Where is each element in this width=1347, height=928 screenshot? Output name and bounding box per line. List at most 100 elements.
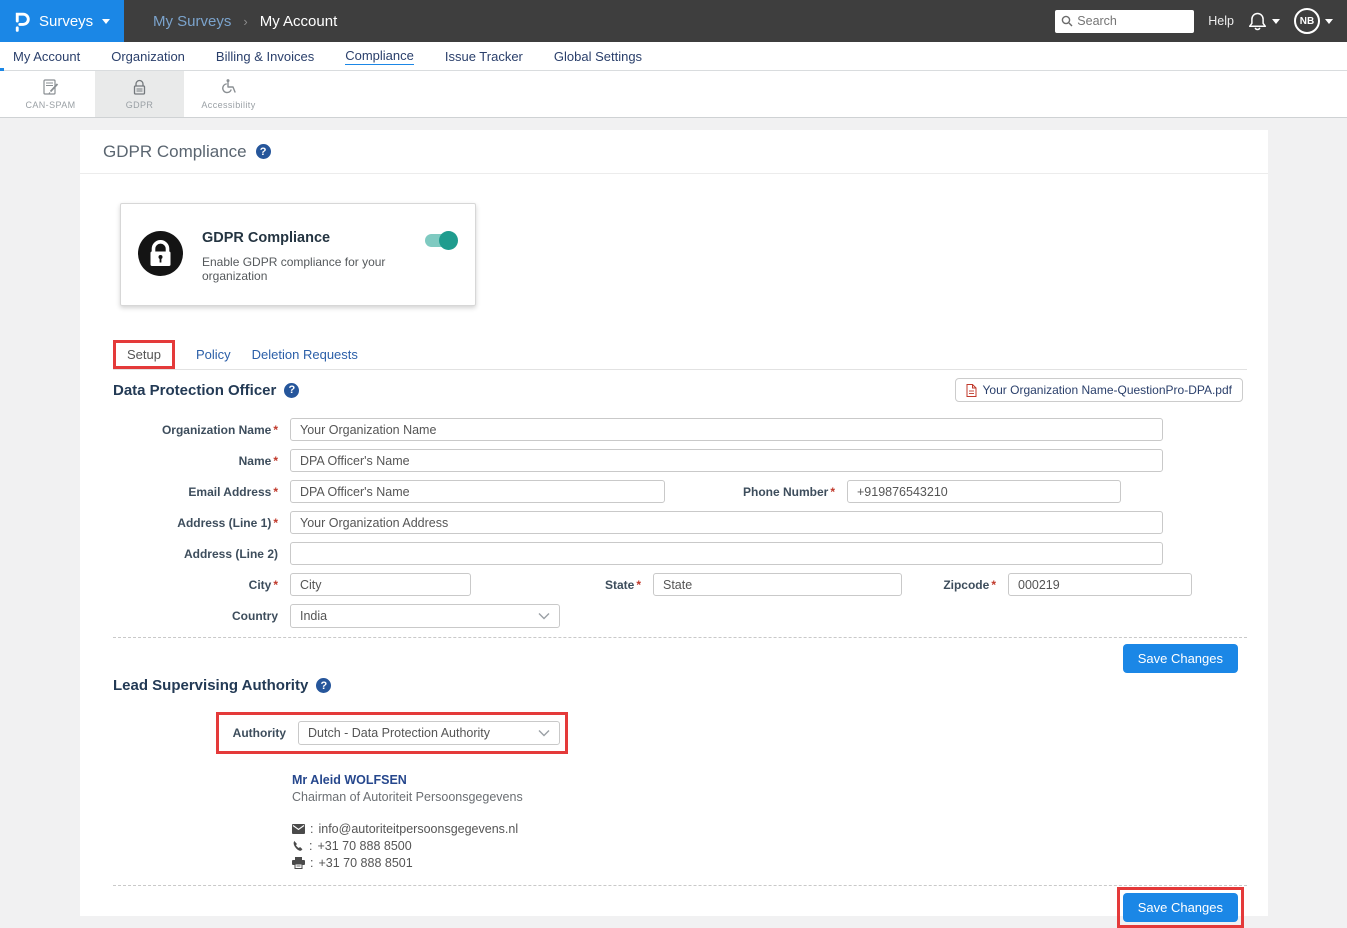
city-field[interactable] [290,573,471,596]
authority-select[interactable]: Dutch - Data Protection Authority [298,721,560,745]
address-line2-field[interactable] [290,542,1163,565]
country-value: India [300,609,538,623]
phone-number-field[interactable] [847,480,1121,503]
card-title: GDPR Compliance [202,230,425,246]
toggle-knob [439,231,458,250]
top-bar: Surveys My Surveys › My Account Help NB [0,0,1347,42]
separator: : [310,822,313,836]
save-annotation-box: Save Changes [1117,887,1244,928]
wheelchair-icon [219,78,238,97]
save-changes-button-top[interactable]: Save Changes [1123,644,1238,673]
lsa-heading: Lead Supervising Authority [113,677,308,694]
contact-email-row: : info@autoriteitpersoonsgegevens.nl [292,822,1268,836]
tab-billing-invoices[interactable]: Billing & Invoices [216,49,314,64]
product-switcher[interactable]: Surveys [0,0,124,42]
account-menu[interactable]: NB [1294,8,1333,34]
address-line1-label: Address (Line 1)* [113,516,278,530]
help-link[interactable]: Help [1208,14,1234,28]
tab-issue-tracker[interactable]: Issue Tracker [445,49,523,64]
breadcrumb: My Surveys › My Account [153,13,337,30]
contact-fax-row: : +31 70 888 8501 [292,856,1268,870]
avatar: NB [1294,8,1320,34]
state-label: State* [471,578,641,592]
breadcrumb-separator-icon: › [243,14,247,29]
gdpr-toggle[interactable] [425,234,455,247]
account-nav-tabs: My Account Organization Billing & Invoic… [0,42,1347,71]
dpo-heading-wrap: Data Protection Officer ? [113,382,299,399]
lsa-heading-wrap: Lead Supervising Authority ? [80,677,1268,694]
authority-annotation-box: Authority Dutch - Data Protection Author… [216,712,568,754]
compliance-sub-tabs: CAN-SPAM GDPR Accessibility [0,71,1347,118]
pdf-file-icon [966,384,977,397]
help-icon[interactable]: ? [284,383,299,398]
organization-name-field[interactable] [290,418,1163,441]
zipcode-field[interactable] [1008,573,1192,596]
subtab-accessibility[interactable]: Accessibility [184,71,273,117]
state-field[interactable] [653,573,902,596]
contact-phone: +31 70 888 8500 [317,839,411,853]
city-label: City* [113,578,278,592]
zipcode-label: Zipcode* [902,578,996,592]
page-title: GDPR Compliance [103,142,247,162]
separator: : [309,839,312,853]
dashed-divider [113,885,1247,886]
email-address-label: Email Address* [113,485,278,499]
lock-circle-icon [137,230,184,277]
address-line1-field[interactable] [290,511,1163,534]
chevron-down-icon [102,19,110,24]
product-name: Surveys [39,13,93,30]
subtab-label: Accessibility [201,100,255,110]
chevron-down-icon [538,612,550,620]
dashed-divider [113,637,1247,638]
email-address-field[interactable] [290,480,665,503]
chevron-down-icon [1272,19,1280,24]
dpo-heading: Data Protection Officer [113,382,276,399]
separator: : [310,856,313,870]
country-label: Country [113,609,278,623]
bell-icon [1248,11,1267,32]
envelope-icon [292,824,305,834]
authority-contact-card: Mr Aleid WOLFSEN Chairman of Autoriteit … [292,773,1268,870]
subtab-gdpr[interactable]: GDPR [95,71,184,117]
dpa-pdf-label: Your Organization Name-QuestionPro-DPA.p… [983,383,1232,397]
chevron-down-icon [1325,19,1333,24]
contact-phone-row: : +31 70 888 8500 [292,839,1268,853]
tab-compliance[interactable]: Compliance [345,48,414,65]
subtab-label: GDPR [126,100,154,110]
card-description: Enable GDPR compliance for your organiza… [202,255,425,283]
help-icon[interactable]: ? [256,144,271,159]
breadcrumb-my-surveys[interactable]: My Surveys [153,13,231,30]
search-input[interactable] [1077,14,1188,28]
tab-deletion-requests[interactable]: Deletion Requests [252,347,358,362]
contact-email: info@autoriteitpersoonsgegevens.nl [318,822,518,836]
padlock-icon [130,78,149,97]
authority-value: Dutch - Data Protection Authority [308,726,538,740]
chevron-down-icon [538,729,550,737]
search-box[interactable] [1055,10,1194,33]
gdpr-compliance-card: GDPR Compliance Enable GDPR compliance f… [120,203,476,306]
contact-name: Mr Aleid WOLFSEN [292,773,1268,787]
save-changes-button-bottom[interactable]: Save Changes [1123,893,1238,922]
help-icon[interactable]: ? [316,678,331,693]
tab-policy[interactable]: Policy [196,347,231,362]
divider [113,369,1247,370]
subtab-label: CAN-SPAM [25,100,75,110]
tab-organization[interactable]: Organization [111,49,185,64]
dpo-form: Organization Name* Name* Email Address* … [80,418,1268,628]
authority-label: Authority [224,726,286,740]
subtab-can-spam[interactable]: CAN-SPAM [6,71,95,117]
country-select[interactable]: India [290,604,560,628]
notifications-menu[interactable] [1248,11,1280,32]
phone-icon [292,840,304,852]
contact-fax: +31 70 888 8501 [318,856,412,870]
organization-name-label: Organization Name* [113,423,278,437]
dpa-pdf-button[interactable]: Your Organization Name-QuestionPro-DPA.p… [955,378,1243,402]
fax-icon [292,857,305,869]
gdpr-section-tabs: Setup Policy Deletion Requests [80,340,1268,369]
tab-global-settings[interactable]: Global Settings [554,49,642,64]
page-title-row: GDPR Compliance ? [80,130,1268,174]
search-icon [1061,15,1073,27]
tab-my-account[interactable]: My Account [13,49,80,64]
tab-setup[interactable]: Setup [113,340,175,369]
name-field[interactable] [290,449,1163,472]
